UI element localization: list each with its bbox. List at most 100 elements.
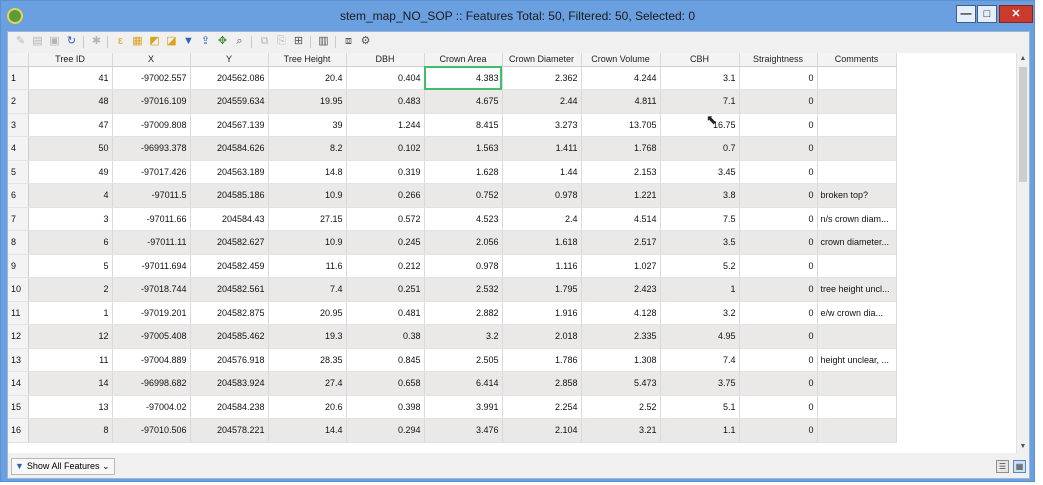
table-cell[interactable]: 204582.875	[190, 301, 269, 325]
row-number-header[interactable]: 1	[8, 66, 29, 90]
table-cell[interactable]: 2.52	[581, 395, 661, 419]
table-cell[interactable]: 0.978	[424, 254, 503, 278]
invert-selection-icon[interactable]: ◩	[148, 35, 161, 48]
table-cell[interactable]	[817, 89, 897, 114]
table-cell[interactable]: 0.483	[346, 89, 425, 114]
table-cell[interactable]: 14	[28, 371, 113, 396]
table-cell[interactable]: 1.411	[502, 136, 582, 161]
table-row[interactable]: 15 13 -97004.02 204584.238 20.6 0.398 3.991 2.2…	[8, 395, 897, 419]
table-cell[interactable]: 3.45	[660, 160, 740, 184]
table-cell[interactable]: 3.476	[424, 418, 503, 443]
table-cell[interactable]: -97017.426	[112, 160, 191, 184]
table-cell[interactable]	[817, 395, 897, 419]
table-cell[interactable]: 14.8	[268, 160, 347, 184]
table-cell[interactable]: 2.018	[502, 324, 582, 349]
table-cell[interactable]: 1.618	[502, 230, 582, 255]
table-cell[interactable]: 204585.462	[190, 324, 269, 349]
table-cell[interactable]: 2	[28, 277, 113, 302]
table-row[interactable]: 16 8 -97010.506 204578.221 14.4 0.294 3.476 2.1…	[8, 418, 897, 443]
table-row[interactable]: 6 4 -97011.5 204585.186 10.9 0.266 0.752 0.978 1…	[8, 183, 897, 208]
corner-header[interactable]	[8, 53, 29, 67]
table-cell[interactable]: 6.414	[424, 371, 503, 396]
title-bar[interactable]: stem_map_NO_SOP :: Features Total: 50, F…	[1, 1, 1034, 31]
row-number-header[interactable]: 6	[8, 183, 29, 208]
row-number-header[interactable]: 11	[8, 301, 29, 325]
table-cell[interactable]: e/w crown dia...	[817, 301, 897, 325]
table-cell[interactable]: 5.2	[660, 254, 740, 278]
table-cell[interactable]: 5	[28, 254, 113, 278]
table-cell[interactable]: 0.251	[346, 277, 425, 302]
column-header[interactable]: Straightness	[739, 53, 818, 67]
table-cell[interactable]: 16.75	[660, 113, 740, 137]
table-cell[interactable]: -97004.02	[112, 395, 191, 419]
table-cell[interactable]: 1.563	[424, 136, 503, 161]
column-header[interactable]: Y	[190, 53, 269, 67]
table-cell[interactable]: 0.398	[346, 395, 425, 419]
copy-icon[interactable]: ⧉	[258, 35, 271, 48]
table-cell[interactable]: 0.212	[346, 254, 425, 278]
attribute-grid[interactable]: Tree ID X Y Tree Height DBH Crown Area Crown D…	[8, 53, 897, 443]
table-cell[interactable]: -96993.378	[112, 136, 191, 161]
column-header[interactable]: Tree ID	[28, 53, 113, 67]
table-cell[interactable]: 0.658	[346, 371, 425, 396]
table-cell[interactable]: 11.6	[268, 254, 347, 278]
table-cell[interactable]: 2.362	[502, 66, 582, 90]
table-cell[interactable]: 204578.221	[190, 418, 269, 443]
table-cell[interactable]: 0	[739, 277, 818, 302]
table-cell[interactable]: 1.116	[502, 254, 582, 278]
table-cell[interactable]: 3.1	[660, 66, 740, 90]
save-edits-icon[interactable]: ▣	[48, 35, 61, 48]
scroll-up-arrow-icon[interactable]: ▲	[1017, 53, 1029, 65]
table-cell[interactable]: broken top?	[817, 183, 897, 208]
table-cell[interactable]: 7.1	[660, 89, 740, 114]
column-header[interactable]: Crown Volume	[581, 53, 661, 67]
column-header[interactable]: X	[112, 53, 191, 67]
table-cell[interactable]: 3.75	[660, 371, 740, 396]
table-cell[interactable]: 0	[739, 230, 818, 255]
table-cell[interactable]: 2.858	[502, 371, 582, 396]
table-cell[interactable]: 2.335	[581, 324, 661, 349]
select-by-expression-icon[interactable]: ε	[114, 35, 127, 48]
table-cell[interactable]: 1.768	[581, 136, 661, 161]
table-cell[interactable]: 0.294	[346, 418, 425, 443]
column-header[interactable]: DBH	[346, 53, 425, 67]
table-row[interactable]: 7 3 -97011.66 204584.43 27.15 0.572 4.523 2.4 4.…	[8, 207, 897, 231]
attribute-table[interactable]: Tree ID X Y Tree Height DBH Crown Area Crown D…	[8, 53, 1029, 453]
table-cell[interactable]: 5.473	[581, 371, 661, 396]
table-cell[interactable]: 204563.189	[190, 160, 269, 184]
table-cell[interactable]: crown diameter...	[817, 230, 897, 255]
table-cell[interactable]: -97011.11	[112, 230, 191, 255]
table-cell[interactable]: 204585.186	[190, 183, 269, 208]
table-cell[interactable]: 204567.139	[190, 113, 269, 137]
table-cell[interactable]: -97011.5	[112, 183, 191, 208]
table-row[interactable]: 10 2 -97018.744 204582.561 7.4 0.251 2.532 1.79…	[8, 277, 897, 302]
dock-icon[interactable]: ⧈	[342, 35, 355, 48]
table-cell[interactable]: 1.916	[502, 301, 582, 325]
row-number-header[interactable]: 10	[8, 277, 29, 302]
table-cell[interactable]: 47	[28, 113, 113, 137]
table-cell[interactable]: 0.978	[502, 183, 582, 208]
table-cell[interactable]: 1.786	[502, 348, 582, 372]
table-cell[interactable]: 1.221	[581, 183, 661, 208]
table-cell[interactable]: 0	[739, 89, 818, 114]
table-cell[interactable]: 0	[739, 348, 818, 372]
table-cell[interactable]: 204582.627	[190, 230, 269, 255]
table-cell[interactable]: 204562.086	[190, 66, 269, 90]
pencil-icon[interactable]: ✎	[14, 35, 27, 48]
table-cell[interactable]: 0.572	[346, 207, 425, 231]
table-cell[interactable]	[817, 136, 897, 161]
table-cell[interactable]: 3.2	[424, 324, 503, 349]
actions-icon[interactable]: ⚙	[359, 35, 372, 48]
table-cell[interactable]: 204559.634	[190, 89, 269, 114]
table-cell[interactable]: 0.102	[346, 136, 425, 161]
table-row[interactable]: 13 11 -97004.889 204576.918 28.35 0.845 2.505 1…	[8, 348, 897, 372]
table-cell[interactable]: -97009.808	[112, 113, 191, 137]
field-calculator-icon[interactable]: ▥	[317, 35, 330, 48]
table-cell[interactable]: 204584.238	[190, 395, 269, 419]
table-cell[interactable]: 20.95	[268, 301, 347, 325]
table-cell[interactable]: 2.44	[502, 89, 582, 114]
table-cell[interactable]: 1	[28, 301, 113, 325]
table-cell[interactable]: 2.882	[424, 301, 503, 325]
table-cell[interactable]: 2.254	[502, 395, 582, 419]
table-cell[interactable]: 0.404	[346, 66, 425, 90]
